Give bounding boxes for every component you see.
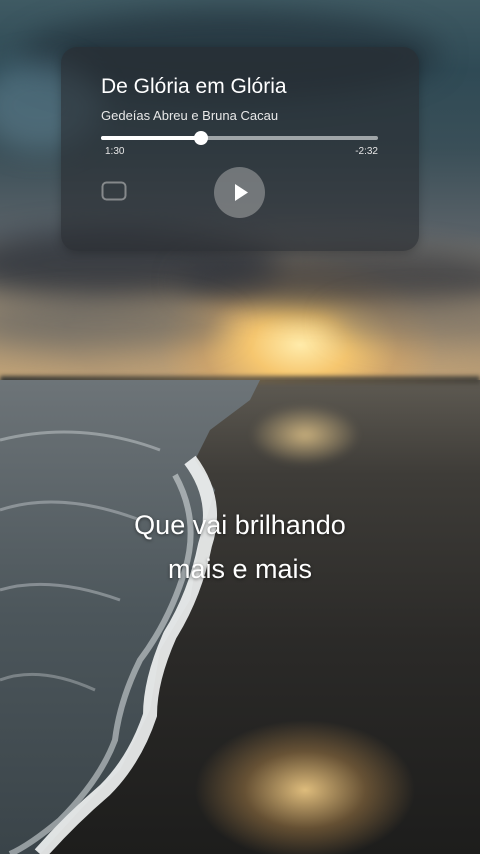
sun-reflection: [250, 405, 360, 465]
progress-thumb[interactable]: [193, 131, 208, 145]
ocean-waves: [0, 380, 260, 854]
progress-bar[interactable]: [101, 131, 378, 145]
song-title: De Glória em Glória: [101, 75, 287, 98]
play-button[interactable]: [214, 167, 265, 218]
remaining-time: -2:32: [355, 146, 378, 157]
play-icon: [235, 184, 248, 201]
elapsed-time: 1:30: [105, 146, 125, 157]
progress-bar-fill: [101, 136, 201, 140]
lyrics-line-2: mais e mais: [167, 554, 313, 584]
artist-name: Gedeías Abreu e Bruna Cacau: [101, 108, 279, 123]
music-player-card: De Glória em Glória Gedeías Abreu e Brun…: [61, 47, 419, 251]
lyrics-line-1: Que vai brilhando: [134, 510, 346, 540]
lyrics-caption: Que vai brilhando mais e mais: [0, 503, 480, 591]
cast-icon[interactable]: [101, 180, 127, 202]
